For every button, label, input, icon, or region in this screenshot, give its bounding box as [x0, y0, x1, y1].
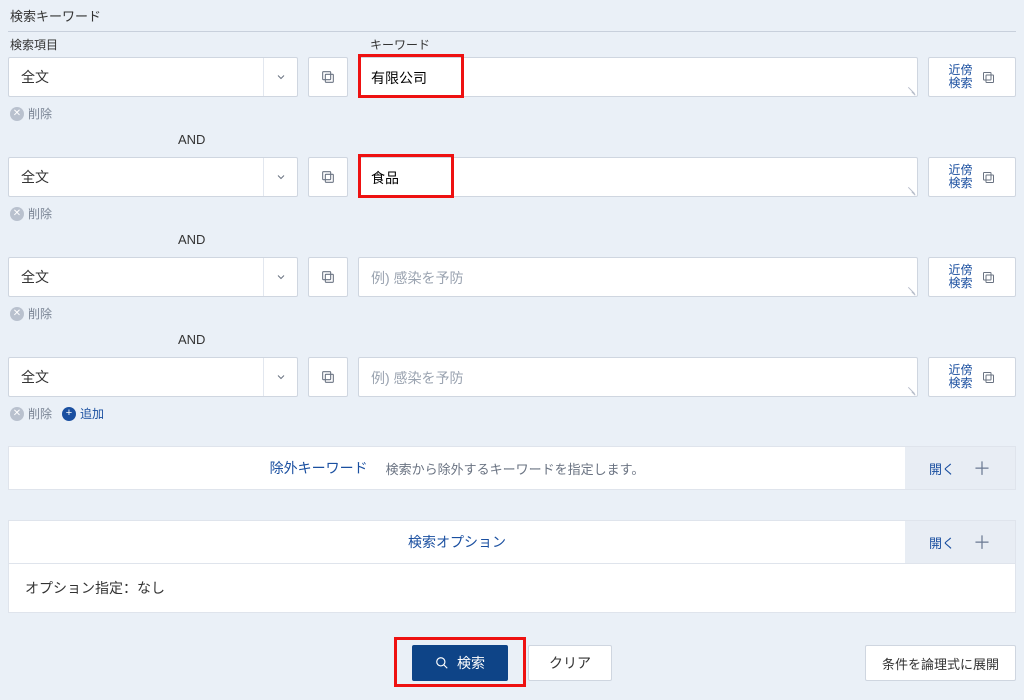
section-title: 検索キーワード — [8, 0, 1016, 31]
remove-row-link[interactable]: 削除 — [28, 305, 52, 322]
proximity-search-button[interactable]: 近傍検索 — [928, 257, 1016, 297]
remove-row-link[interactable]: 削除 — [28, 105, 52, 122]
clear-button[interactable]: クリア — [528, 645, 612, 681]
proximity-search-button[interactable]: 近傍検索 — [928, 157, 1016, 197]
proximity-search-button[interactable]: 近傍検索 — [928, 57, 1016, 97]
remove-row-link[interactable]: 削除 — [28, 205, 52, 222]
search-row: 全文 食品 近傍検索 — [8, 157, 1016, 199]
exclude-keyword-desc: 検索から除外するキーワードを指定します。 — [386, 459, 645, 478]
toggle-open-label: 開く — [929, 533, 955, 552]
search-button-label: 検索 — [457, 653, 485, 673]
copy-field-button[interactable] — [308, 257, 348, 297]
close-icon[interactable]: ✕ — [10, 207, 24, 221]
copy-icon — [320, 269, 336, 285]
exclude-panel-toggle[interactable]: 開く ＋ — [905, 447, 1015, 489]
search-options-panel-header: 検索オプション 開く ＋ — [8, 520, 1016, 564]
copy-icon — [320, 169, 336, 185]
divider — [8, 31, 1016, 32]
expand-icon — [981, 70, 996, 85]
search-icon — [435, 656, 449, 670]
copy-field-button[interactable] — [308, 157, 348, 197]
close-icon[interactable]: ✕ — [10, 107, 24, 121]
search-item-select[interactable]: 全文 — [8, 257, 298, 297]
keyword-input[interactable] — [358, 357, 918, 397]
expand-icon — [981, 270, 996, 285]
search-row: 全文 有限公司 近傍検索 — [8, 57, 1016, 99]
expand-logic-button[interactable]: 条件を論理式に展開 — [865, 645, 1016, 681]
keyword-input[interactable]: 有限公司 — [358, 57, 918, 97]
options-panel-toggle[interactable]: 開く ＋ — [905, 521, 1015, 563]
close-icon[interactable]: ✕ — [10, 307, 24, 321]
select-value: 全文 — [9, 158, 263, 196]
label-keyword: キーワード — [370, 36, 430, 53]
chevron-down-icon — [275, 71, 287, 83]
boolean-operator: AND — [8, 226, 1016, 257]
select-value: 全文 — [9, 58, 263, 96]
proximity-search-button[interactable]: 近傍検索 — [928, 357, 1016, 397]
copy-icon — [320, 69, 336, 85]
boolean-operator: AND — [8, 126, 1016, 157]
chevron-down-icon — [275, 371, 287, 383]
select-value: 全文 — [9, 258, 263, 296]
remove-row-link[interactable]: 削除 — [28, 405, 52, 422]
copy-field-button[interactable] — [308, 57, 348, 97]
copy-field-button[interactable] — [308, 357, 348, 397]
keyword-input[interactable] — [358, 257, 918, 297]
copy-icon — [320, 369, 336, 385]
exclude-keyword-panel: 除外キーワード 検索から除外するキーワードを指定します。 開く ＋ — [8, 446, 1016, 490]
label-search-item: 検索項目 — [10, 36, 310, 53]
search-item-select[interactable]: 全文 — [8, 157, 298, 197]
close-icon[interactable]: ✕ — [10, 407, 24, 421]
toggle-open-label: 開く — [929, 459, 955, 478]
search-options-title[interactable]: 検索オプション — [408, 532, 506, 552]
search-item-select[interactable]: 全文 — [8, 357, 298, 397]
plus-icon: ＋ — [973, 529, 991, 555]
select-value: 全文 — [9, 358, 263, 396]
exclude-keyword-link[interactable]: 除外キーワード — [270, 458, 368, 478]
search-row: 全文 近傍検索 — [8, 357, 1016, 399]
add-row-link[interactable]: 追加 — [80, 405, 104, 422]
search-options-body: オプション指定：なし — [8, 564, 1016, 613]
chevron-down-icon — [275, 171, 287, 183]
search-row: 全文 近傍検索 — [8, 257, 1016, 299]
search-button[interactable]: 検索 — [412, 645, 508, 681]
keyword-input[interactable]: 食品 — [358, 157, 918, 197]
expand-icon — [981, 170, 996, 185]
plus-icon: ＋ — [973, 455, 991, 481]
search-item-select[interactable]: 全文 — [8, 57, 298, 97]
chevron-down-icon — [275, 271, 287, 283]
expand-icon — [981, 370, 996, 385]
plus-icon[interactable]: + — [62, 407, 76, 421]
boolean-operator: AND — [8, 326, 1016, 357]
